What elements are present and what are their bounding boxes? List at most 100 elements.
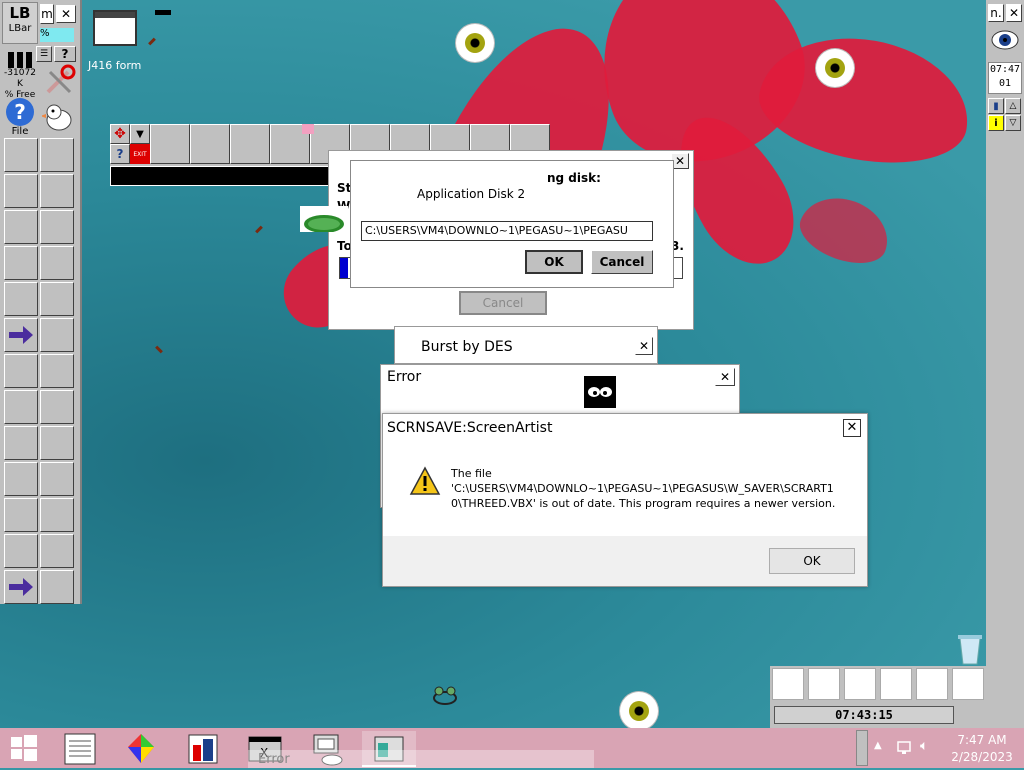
toolbar-slot[interactable]	[40, 318, 74, 352]
toolbar-slot[interactable]	[4, 138, 38, 172]
mini-clock-seconds: 01	[998, 78, 1012, 89]
close-icon[interactable]: ✕	[715, 368, 735, 386]
info-icon[interactable]: i	[988, 115, 1004, 131]
mercury-icon[interactable]: ▮	[988, 98, 1004, 114]
burst-window: Burst by DES ✕	[394, 326, 658, 364]
toolbar-slot[interactable]	[4, 534, 38, 568]
tab-n[interactable]: n.	[988, 4, 1004, 22]
setup-cancel-button[interactable]: Cancel	[459, 291, 547, 315]
toolbar-slot[interactable]	[40, 570, 74, 604]
disk-path-input[interactable]: C:\USERS\VM4\DOWNLO~1\PEGASU~1\PEGASU	[361, 221, 653, 241]
toolbar-slot[interactable]	[4, 354, 38, 388]
message-line: The file	[451, 467, 492, 480]
toolbar-slot[interactable]	[40, 210, 74, 244]
dash-sprite	[155, 10, 171, 15]
down-arrow-icon[interactable]: ▽	[1005, 115, 1021, 131]
dropdown-icon[interactable]: ▼	[130, 124, 150, 144]
eye-watcher-icon[interactable]	[989, 24, 1021, 56]
desktop-icon-j416-form[interactable]: J416 form	[88, 8, 144, 76]
close-icon[interactable]: ✕	[635, 337, 653, 355]
move-icon[interactable]: ✥	[110, 124, 130, 144]
toolbar-slot[interactable]	[4, 282, 38, 316]
no-tools-icon[interactable]	[42, 64, 76, 98]
widget-slot[interactable]	[772, 668, 804, 700]
toolbar-slot[interactable]	[40, 354, 74, 388]
close-icon[interactable]: ✕	[56, 5, 76, 23]
file-label: File	[11, 126, 29, 137]
toolbar-slot[interactable]	[230, 124, 270, 164]
message-line: 0\THREED.VBX' is out of date. This progr…	[451, 497, 836, 510]
arrow-right-icon[interactable]	[4, 318, 38, 352]
taskbar-ghost-label: Error	[258, 752, 290, 767]
volume-icon[interactable]: 🔈︎	[920, 738, 928, 754]
toolbar-slot[interactable]	[40, 498, 74, 532]
toolbar-slot[interactable]	[40, 426, 74, 460]
toolbar-slot[interactable]	[4, 246, 38, 280]
clock-widget: 07:43:15	[770, 666, 986, 728]
ant-sprite	[148, 37, 156, 46]
close-icon[interactable]: ✕	[843, 419, 861, 437]
up-arrow-icon[interactable]: △	[1005, 98, 1021, 114]
disk-name: Application Disk 2	[417, 187, 526, 201]
recycle-bin-icon[interactable]	[956, 632, 984, 666]
close-icon[interactable]: ✕	[1006, 4, 1022, 22]
taskbar-clock[interactable]: 7:47 AM 2/28/2023	[944, 732, 1020, 766]
start-button[interactable]	[0, 728, 48, 768]
warning-icon	[409, 466, 441, 496]
screenartist-title: SCRNSAVE:ScreenArtist	[387, 420, 553, 436]
ok-button[interactable]: OK	[525, 250, 583, 274]
toolbar-slot[interactable]	[40, 174, 74, 208]
insert-disk-prompt: ng disk:	[547, 171, 601, 185]
help-icon[interactable]: ?	[110, 144, 130, 164]
help-button[interactable]: ? File	[2, 98, 38, 142]
lbar-logo-tile[interactable]: LB LBar	[2, 2, 38, 44]
toolbar-slot[interactable]	[150, 124, 190, 164]
toolbar-slot[interactable]	[4, 498, 38, 532]
widget-slot[interactable]	[844, 668, 876, 700]
ant-sprite	[155, 345, 163, 354]
toolbar-slot[interactable]	[40, 462, 74, 496]
toolbar-slot[interactable]	[4, 210, 38, 244]
network-icon[interactable]	[896, 738, 914, 756]
windows-logo-icon	[11, 735, 37, 761]
progress-fill	[340, 258, 348, 278]
exit-button[interactable]: EXIT	[130, 144, 150, 164]
toolbar-slot[interactable]	[40, 282, 74, 316]
help-small-button[interactable]: ?	[54, 46, 76, 62]
toolbar-slot[interactable]	[4, 390, 38, 424]
duck-icon[interactable]	[40, 100, 76, 136]
taskbar-app-paint[interactable]	[114, 731, 168, 767]
flower-petal	[792, 186, 898, 274]
menu-icon[interactable]: ☰	[36, 46, 52, 62]
toolbar-slot[interactable]	[40, 390, 74, 424]
message-line: 'C:\USERS\VM4\DOWNLO~1\PEGASU~1\PEGASUS\…	[451, 482, 834, 495]
widget-slot[interactable]	[880, 668, 912, 700]
error-message: The file 'C:\USERS\VM4\DOWNLO~1\PEGASU~1…	[451, 466, 847, 511]
toolbar-slot[interactable]	[40, 138, 74, 172]
widget-slot[interactable]	[952, 668, 984, 700]
toolbar-slot[interactable]	[190, 124, 230, 164]
memory-bars-icon	[2, 52, 38, 68]
arrow-right-icon[interactable]	[4, 570, 38, 604]
toolbar-slot[interactable]	[4, 462, 38, 496]
toolbar-slot[interactable]	[40, 534, 74, 568]
toolbar-slot[interactable]	[4, 174, 38, 208]
ok-button[interactable]: OK	[769, 548, 855, 574]
percent-field: %	[40, 28, 74, 42]
toolbar-slot[interactable]	[40, 246, 74, 280]
taskbar-scroll-handle[interactable]	[856, 730, 868, 766]
taskbar-app-notepad[interactable]	[52, 731, 106, 767]
widget-slot[interactable]	[916, 668, 948, 700]
lbar-logo: LB	[9, 4, 31, 22]
cancel-button[interactable]: Cancel	[591, 250, 653, 274]
tab-m[interactable]: m	[40, 4, 54, 24]
mini-clock: 07:47 01	[988, 62, 1022, 94]
show-hidden-icons-icon[interactable]: ▲	[874, 740, 882, 751]
taskbar-app-tool[interactable]	[176, 731, 230, 767]
taskbar-ghost-window: Error	[248, 750, 594, 768]
widget-slot[interactable]	[808, 668, 840, 700]
toolbar-slot[interactable]	[4, 426, 38, 460]
ant-sprite	[255, 225, 263, 234]
error-title: Error	[387, 369, 422, 385]
window-icon	[93, 10, 137, 46]
